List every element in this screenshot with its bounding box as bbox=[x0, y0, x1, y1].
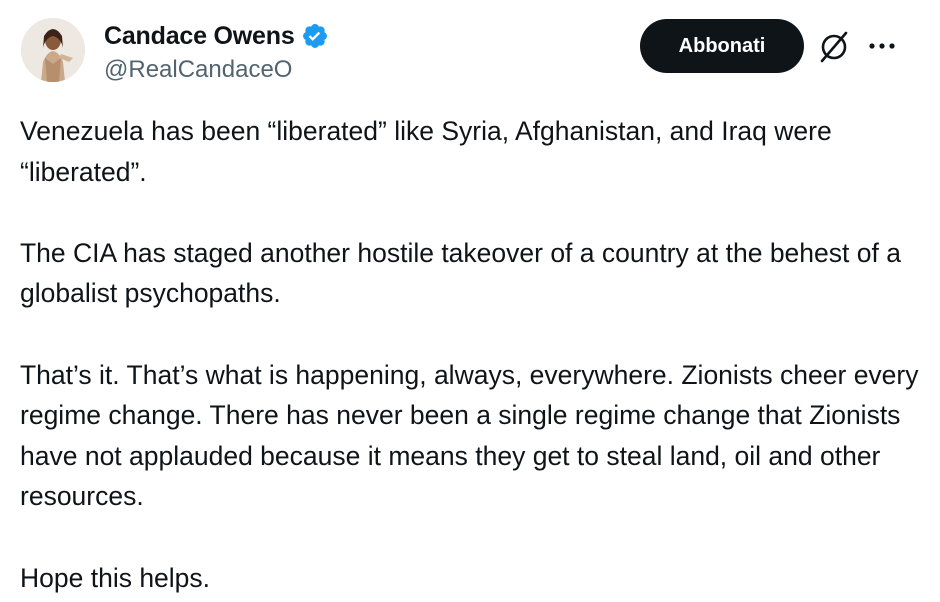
tweet-paragraph: Hope this helps. bbox=[20, 562, 211, 593]
subscribe-button[interactable]: Abbonati bbox=[640, 19, 804, 73]
tweet-paragraph: Venezuela has been “liberated” like Syri… bbox=[20, 116, 832, 187]
verified-badge-icon[interactable] bbox=[301, 22, 329, 50]
profile-photo bbox=[21, 18, 85, 82]
author-handle[interactable]: @RealCandaceO bbox=[104, 56, 329, 84]
author-name-row: Candace Owens bbox=[104, 20, 329, 52]
author-display-name[interactable]: Candace Owens bbox=[104, 22, 295, 51]
avatar[interactable] bbox=[21, 18, 85, 82]
grok-slash-circle-icon[interactable] bbox=[815, 28, 853, 66]
tweet-paragraph: The CIA has staged another hostile takeo… bbox=[20, 237, 901, 309]
more-horizontal-icon[interactable] bbox=[864, 32, 900, 60]
author-block: Candace Owens @RealCandaceO bbox=[104, 20, 329, 84]
tweet-text: Venezuela has been “liberated” like Syri… bbox=[20, 111, 920, 598]
tweet-paragraph: That’s it. That’s what is happening, alw… bbox=[20, 359, 919, 512]
